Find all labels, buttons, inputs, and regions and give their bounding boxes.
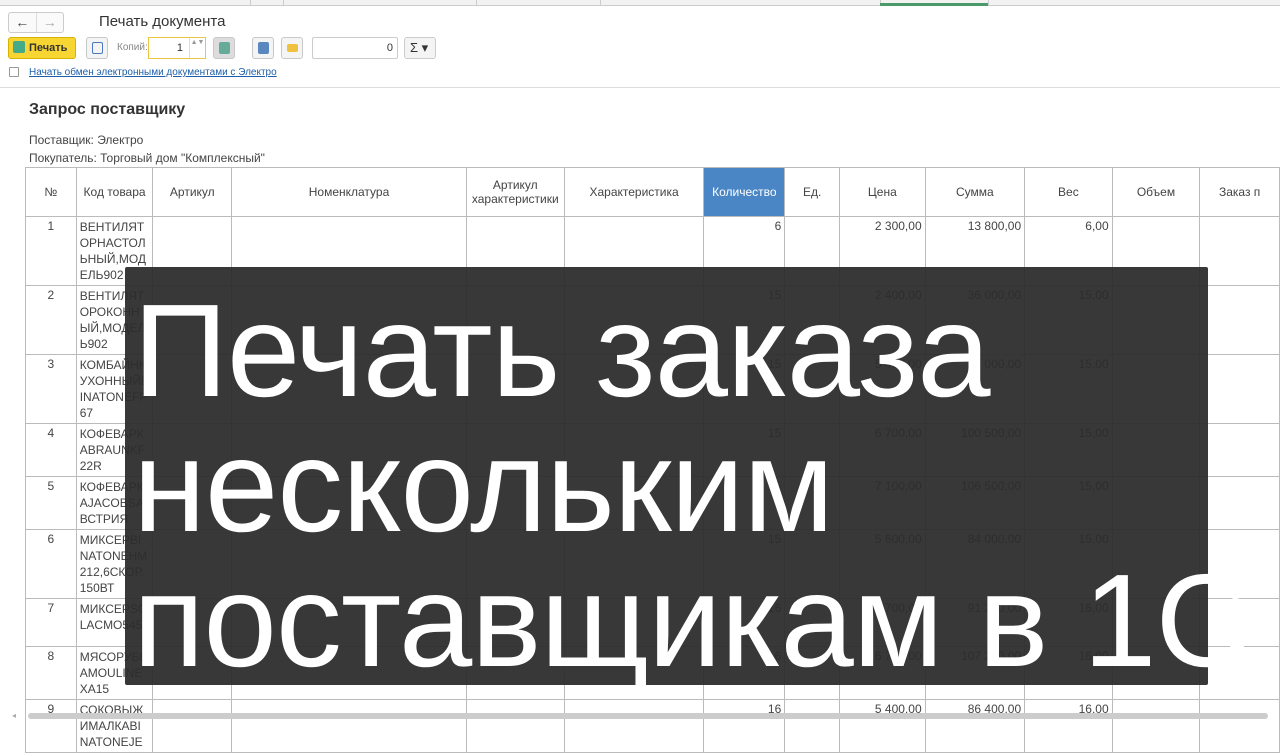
history-nav: ← → xyxy=(8,12,64,33)
magnifier-page-icon xyxy=(92,42,103,54)
cell-empty[interactable] xyxy=(152,699,233,753)
cell-empty[interactable] xyxy=(1199,285,1280,355)
cell-empty[interactable] xyxy=(1199,476,1280,530)
title-overlay: Печать заказа нескольким поставщикам в 1… xyxy=(125,267,1251,687)
divider xyxy=(0,87,1280,88)
column-header[interactable]: Вес xyxy=(1024,167,1113,217)
cell-code[interactable]: СОКОВЫЖИМАЛКАBINATONEJE xyxy=(75,699,154,753)
cell-price[interactable]: 5 400,00 xyxy=(839,699,926,753)
save-button[interactable] xyxy=(252,37,274,59)
active-tab[interactable] xyxy=(880,3,988,6)
copies-spinner[interactable]: ▲▼ xyxy=(189,38,205,58)
overlay-line-2: нескольким xyxy=(133,412,834,559)
overlay-line-1: Печать заказа xyxy=(133,277,991,424)
column-header[interactable]: Цена xyxy=(839,167,926,217)
preview-button[interactable] xyxy=(86,37,108,59)
envelope-icon xyxy=(287,44,298,52)
cell-n[interactable]: 6 xyxy=(25,529,77,599)
cell-weight[interactable]: 16,00 xyxy=(1024,699,1113,753)
email-button[interactable] xyxy=(281,37,303,59)
cell-n[interactable]: 7 xyxy=(25,598,77,647)
cell-n[interactable]: 2 xyxy=(25,285,77,355)
copies-label: Копий: xyxy=(117,42,148,53)
column-header[interactable]: Сумма xyxy=(924,167,1026,217)
print-label: Печать xyxy=(29,42,68,54)
printer-icon xyxy=(13,41,25,53)
back-button[interactable]: ← xyxy=(9,13,36,32)
overlay-line-3: поставщикам в 1С xyxy=(133,547,1251,694)
window-title: Печать документа xyxy=(99,13,226,30)
supplier-text: Поставщик: Электро xyxy=(29,133,144,147)
copies-value: 1 xyxy=(176,42,183,54)
column-header[interactable]: Количество xyxy=(703,167,786,217)
column-header[interactable]: Номенклатура xyxy=(231,167,467,217)
column-header[interactable]: Заказ п xyxy=(1199,167,1280,217)
cell-n[interactable]: 8 xyxy=(25,646,77,700)
floppy-icon xyxy=(258,42,269,54)
cell-empty[interactable] xyxy=(563,699,705,753)
cell-empty[interactable] xyxy=(1111,699,1201,753)
column-header[interactable]: Код товара xyxy=(75,167,154,217)
tab-strip xyxy=(0,0,1280,6)
cell-sum[interactable]: 86 400,00 xyxy=(924,699,1026,753)
document-title: Запрос поставщику xyxy=(29,101,186,118)
horizontal-scrollbar[interactable] xyxy=(28,713,1268,719)
cell-n[interactable]: 4 xyxy=(25,423,77,477)
cell-empty[interactable] xyxy=(465,699,565,753)
column-header[interactable]: Объем xyxy=(1111,167,1201,217)
column-header[interactable]: Характеристика xyxy=(563,167,705,217)
cell-qty[interactable]: 16 xyxy=(703,699,786,753)
column-header[interactable]: Ед. xyxy=(784,167,841,217)
column-header[interactable]: Артикул характеристики xyxy=(465,167,565,217)
table-edit-icon xyxy=(219,42,230,54)
print-button[interactable]: Печать xyxy=(8,37,76,59)
table-row: 9 СОКОВЫЖИМАЛКАBINATONEJE 16 5 400,00 86 400… xyxy=(25,699,1280,753)
sum-field[interactable]: 0 xyxy=(312,37,398,59)
cell-empty[interactable] xyxy=(1199,699,1280,753)
cell-empty[interactable] xyxy=(1199,216,1280,286)
scroll-left-arrow[interactable]: ◂ xyxy=(12,711,16,720)
copies-input[interactable]: 1 ▲▼ xyxy=(148,37,206,59)
edi-link[interactable]: Начать обмен электронными документами с … xyxy=(29,67,277,78)
buyer-text: Покупатель: Торговый дом "Комплексный" xyxy=(29,151,265,165)
cell-n[interactable]: 5 xyxy=(25,476,77,530)
cell-n[interactable]: 3 xyxy=(25,354,77,424)
cell-empty[interactable] xyxy=(1199,423,1280,477)
forward-button[interactable]: → xyxy=(35,13,64,32)
column-header[interactable]: № xyxy=(25,167,77,217)
edit-toggle-button[interactable] xyxy=(213,37,235,59)
cell-empty[interactable] xyxy=(231,699,467,753)
cell-n[interactable]: 9 xyxy=(25,699,77,753)
cell-empty[interactable] xyxy=(784,699,841,753)
cell-empty[interactable] xyxy=(1199,354,1280,424)
column-header[interactable]: Артикул xyxy=(152,167,233,217)
cell-n[interactable]: 1 xyxy=(25,216,77,286)
sum-menu-button[interactable]: Σ ▾ xyxy=(404,37,436,59)
document-exchange-icon xyxy=(9,67,19,77)
